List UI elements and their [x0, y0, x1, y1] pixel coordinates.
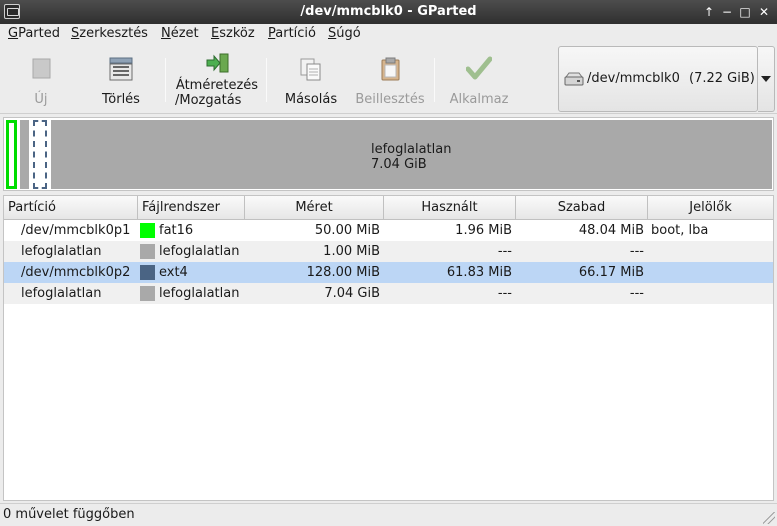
maximize-button[interactable]: □: [737, 4, 753, 20]
device-name: /dev/mmcblk0: [587, 71, 680, 86]
paste-button[interactable]: Beillesztés: [352, 44, 428, 114]
column-header-free[interactable]: Szabad: [516, 196, 648, 220]
column-header-flags[interactable]: Jelölők: [648, 196, 773, 220]
disk-segment-ext4[interactable]: [33, 120, 47, 189]
filesystem-color-swatch: [140, 265, 155, 280]
filesystem-color-swatch: [140, 223, 155, 238]
menu-gparted[interactable]: GParted: [8, 26, 60, 41]
toolbar-separator: [434, 58, 435, 102]
copy-button[interactable]: Másolás: [276, 44, 346, 114]
menu-view[interactable]: Nézet: [161, 26, 199, 41]
menu-edit[interactable]: Szerkesztés: [71, 26, 148, 41]
filesystem-color-swatch: [140, 244, 155, 259]
pending-operations-text: 0 művelet függőben: [3, 507, 135, 522]
drive-icon: [564, 72, 584, 86]
paste-icon: [381, 57, 400, 81]
minimize-button[interactable]: −: [719, 4, 735, 20]
menu-help[interactable]: Súgó: [328, 26, 361, 41]
toolbar-separator: [266, 58, 267, 102]
window-title: /dev/mmcblk0 - GParted: [300, 4, 477, 19]
delete-button[interactable]: Törlés: [86, 44, 156, 114]
toolbar-separator: [165, 58, 166, 102]
menu-bar: GParted Szerkesztés Nézet Eszköz Partíci…: [0, 24, 777, 44]
resize-move-icon: [206, 53, 229, 73]
disk-segment-unallocated-small[interactable]: [20, 120, 29, 189]
table-row[interactable]: /dev/mmcblk0p1 fat16 50.00 MiB 1.96 MiB …: [4, 220, 773, 241]
device-size: (7.22 GiB): [689, 71, 755, 86]
checkmark-icon: [466, 56, 492, 80]
menu-device[interactable]: Eszköz: [211, 26, 255, 41]
disk-segment-fat16[interactable]: [6, 120, 17, 189]
disk-map: lefoglalatlan 7.04 GiB: [3, 117, 774, 191]
column-header-filesystem[interactable]: Fájlrendszer: [138, 196, 245, 220]
device-dropdown-arrow[interactable]: [758, 46, 775, 112]
resize-move-button[interactable]: Átméretezés /Mozgatás: [172, 44, 262, 114]
status-bar: 0 művelet függőben: [0, 503, 777, 526]
table-row[interactable]: lefoglalatlan lefoglalatlan 7.04 GiB ---…: [4, 283, 773, 304]
table-row[interactable]: /dev/mmcblk0p2 ext4 128.00 MiB 61.83 MiB…: [4, 262, 773, 283]
partition-table: Partíció Fájlrendszer Méret Használt Sza…: [3, 195, 774, 501]
table-row[interactable]: lefoglalatlan lefoglalatlan 1.00 MiB ---…: [4, 241, 773, 262]
device-selector[interactable]: /dev/mmcblk0 (7.22 GiB): [558, 46, 758, 112]
delete-icon: [109, 57, 133, 81]
column-header-used[interactable]: Használt: [384, 196, 516, 220]
keep-above-button[interactable]: ↑: [701, 4, 717, 20]
resize-grip[interactable]: [763, 512, 775, 524]
column-header-size[interactable]: Méret: [245, 196, 384, 220]
apply-button[interactable]: Alkalmaz: [444, 44, 514, 114]
title-bar: /dev/mmcblk0 - GParted ↑ − □ ✕: [0, 0, 777, 24]
disk-segment-unallocated-large[interactable]: lefoglalatlan 7.04 GiB: [51, 120, 772, 189]
filesystem-color-swatch: [140, 286, 155, 301]
new-partition-icon: [32, 58, 51, 79]
new-button[interactable]: Új: [6, 44, 76, 114]
close-button[interactable]: ✕: [756, 4, 772, 20]
column-header-partition[interactable]: Partíció: [4, 196, 138, 220]
menu-partition[interactable]: Partíció: [268, 26, 316, 41]
copy-icon: [300, 58, 321, 81]
